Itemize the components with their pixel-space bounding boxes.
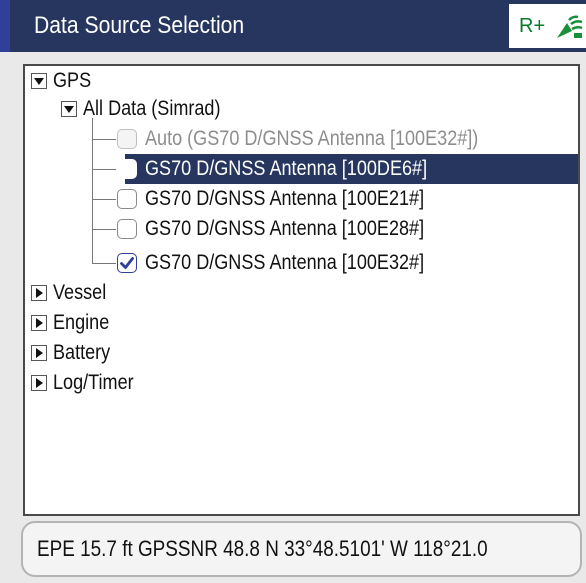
tree-node-label: Battery	[53, 341, 111, 364]
gps-status-readout: EPE 15.7 ft GPSSNR 48.8 N 33°48.5101' W …	[37, 536, 488, 561]
tree-node-label: Vessel	[53, 281, 107, 304]
source-item-auto: Auto (GS70 D/GNSS Antenna [100E32#])	[113, 124, 533, 154]
checkbox[interactable]	[117, 219, 137, 239]
tree-node-label: Log/Timer	[53, 371, 134, 394]
collapse-toggle-icon[interactable]	[31, 73, 47, 89]
title-bar: Data Source Selection R+	[0, 0, 586, 52]
r-plus-badge[interactable]: R+	[509, 4, 586, 48]
title-accent-stripe	[0, 0, 10, 52]
collapse-toggle-icon[interactable]	[61, 101, 77, 117]
source-item-100e32[interactable]: GS70 D/GNSS Antenna [100E32#]	[113, 248, 470, 278]
tree-node-label: GPS	[53, 69, 92, 92]
expand-toggle-icon[interactable]	[31, 315, 47, 331]
tree-node-battery[interactable]: Battery	[29, 338, 120, 368]
tree-node-label: Engine	[53, 311, 110, 334]
checkmark-icon	[120, 257, 134, 269]
tree-node-vessel[interactable]: Vessel	[29, 278, 115, 308]
source-item-100e21[interactable]: GS70 D/GNSS Antenna [100E21#]	[113, 184, 470, 214]
tree-node-engine[interactable]: Engine	[29, 308, 118, 338]
source-label: GS70 D/GNSS Antenna [100E28#]	[145, 217, 425, 240]
r-plus-label: R+	[519, 15, 546, 37]
tree-node-label: All Data (Simrad)	[83, 97, 221, 120]
checkbox[interactable]	[117, 189, 137, 209]
expand-toggle-icon[interactable]	[31, 375, 47, 391]
source-item-100de6[interactable]: GS70 D/GNSS Antenna [100DE6#]	[113, 154, 473, 184]
source-item-100e28[interactable]: GS70 D/GNSS Antenna [100E28#]	[113, 214, 470, 244]
checkbox	[117, 129, 137, 149]
expand-toggle-icon[interactable]	[31, 345, 47, 361]
source-label: GS70 D/GNSS Antenna [100DE6#]	[145, 157, 428, 180]
checkbox-checked[interactable]	[117, 253, 137, 273]
page-title: Data Source Selection	[34, 12, 245, 39]
status-bar: EPE 15.7 ft GPSSNR 48.8 N 33°48.5101' W …	[21, 521, 582, 577]
tree-node-log-timer[interactable]: Log/Timer	[29, 368, 147, 398]
source-tree: GPS All Data (Simrad) Auto (GS70 D/GNSS …	[23, 64, 580, 516]
checkbox[interactable]	[117, 159, 137, 179]
source-label: Auto (GS70 D/GNSS Antenna [100E32#])	[145, 127, 479, 150]
signal-antenna-icon	[554, 11, 584, 46]
expand-toggle-icon[interactable]	[31, 285, 47, 301]
tree-node-gps[interactable]: GPS	[29, 66, 97, 96]
tree-node-all-data[interactable]: All Data (Simrad)	[59, 94, 243, 124]
source-label: GS70 D/GNSS Antenna [100E21#]	[145, 187, 425, 210]
source-label: GS70 D/GNSS Antenna [100E32#]	[145, 251, 425, 274]
